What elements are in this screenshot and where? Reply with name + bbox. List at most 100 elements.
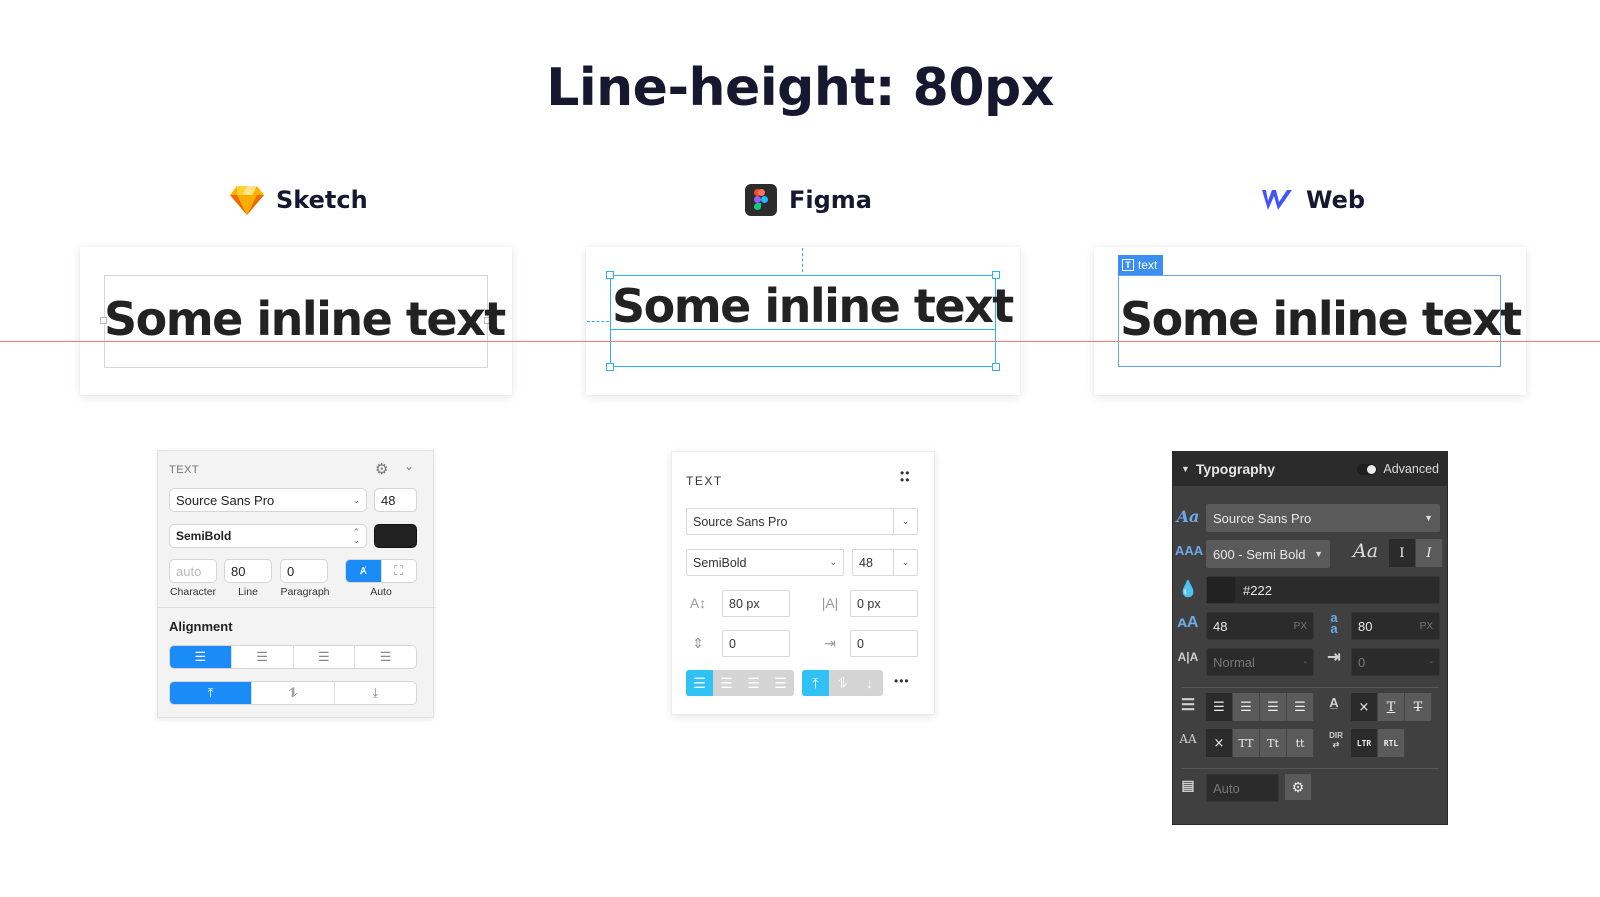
text-indent-input[interactable]: 0 -: [1351, 648, 1440, 676]
font-family-select[interactable]: Source Sans Pro ▼: [1206, 504, 1440, 532]
transform-capitalize-button[interactable]: Tt: [1260, 729, 1287, 757]
font-family-icon: Aa: [1176, 507, 1200, 526]
letter-spacing-input[interactable]: Normal -: [1206, 648, 1314, 676]
align-middle-button[interactable]: ⥮: [252, 682, 335, 704]
font-family-select[interactable]: Source Sans Pro ⌄: [169, 488, 367, 512]
line-height-input[interactable]: 80 PX: [1351, 612, 1440, 640]
letter-spacing-unit[interactable]: -: [1304, 657, 1307, 668]
font-size-input[interactable]: 48 PX: [1206, 612, 1314, 640]
columns-input[interactable]: Auto: [1206, 774, 1279, 802]
direction-rtl-button[interactable]: RTL: [1378, 729, 1405, 757]
align-left-button[interactable]: ☰: [170, 646, 232, 668]
font-weight-select[interactable]: SemiBold ⌄: [686, 549, 844, 576]
figma-section-label: TEXT: [686, 474, 723, 488]
text-align-group: ☰ ☰ ☰ ☰: [1206, 693, 1314, 721]
align-justify-button[interactable]: ☰: [1287, 693, 1314, 721]
decoration-strikethrough-button[interactable]: T: [1405, 693, 1432, 721]
character-caption: Character: [169, 586, 217, 598]
text-behaviour-toggle: Ⱥ ⛶: [345, 559, 417, 583]
letter-spacing-input[interactable]: 0 px: [850, 590, 918, 617]
align-right-button[interactable]: ☰: [294, 646, 356, 668]
color-input[interactable]: #222: [1206, 576, 1440, 604]
paragraph-indent-input[interactable]: 0: [850, 630, 918, 657]
font-size-value: 48: [859, 555, 873, 570]
paragraph-spacing-input[interactable]: 0: [280, 559, 328, 583]
character-spacing-input[interactable]: auto: [169, 559, 217, 583]
auto-width-button[interactable]: Ⱥ: [346, 560, 382, 582]
fixed-size-button[interactable]: ⛶: [382, 560, 417, 582]
decoration-none-button[interactable]: ×: [1351, 693, 1378, 721]
align-bottom-button[interactable]: ↓: [856, 670, 883, 696]
text-decoration-group: × T T: [1351, 693, 1432, 721]
align-center-button[interactable]: ☰: [1233, 693, 1260, 721]
line-height-input[interactable]: 80 px: [722, 590, 790, 617]
figma-handle-tl[interactable]: [606, 271, 614, 279]
text-align-icon: ☰: [1180, 697, 1196, 714]
color-drop-icon: 💧: [1178, 581, 1198, 598]
chevron-down-icon[interactable]: ⌄: [404, 459, 414, 473]
more-options-button[interactable]: •••: [894, 674, 910, 688]
align-left-button[interactable]: ☰: [686, 670, 713, 696]
direction-group: LTR RTL: [1351, 729, 1405, 757]
figma-inspector-panel: TEXT •• •• Source Sans Pro ⌄ SemiBold ⌄ 4…: [671, 451, 935, 715]
type-settings-icon[interactable]: •• ••: [900, 467, 910, 486]
transform-uppercase-button[interactable]: TT: [1233, 729, 1260, 757]
font-size-unit[interactable]: PX: [1294, 621, 1307, 632]
text-transform-group: × TT Tt tt: [1206, 729, 1314, 757]
italic-preview-label: Aa: [1353, 540, 1379, 562]
align-bottom-button[interactable]: ⤓: [335, 682, 416, 704]
paragraph-spacing-input[interactable]: 0: [722, 630, 790, 657]
decoration-underline-button[interactable]: T: [1378, 693, 1405, 721]
transform-none-button[interactable]: ×: [1206, 729, 1233, 757]
font-size-value: 48: [1213, 618, 1228, 634]
direction-ltr-button[interactable]: LTR: [1351, 729, 1378, 757]
align-left-button[interactable]: ☰: [1206, 693, 1233, 721]
font-style-italic-button[interactable]: I: [1416, 539, 1443, 567]
paragraph-caption: Paragraph: [280, 586, 330, 598]
figma-spacing-guide-top: [802, 248, 803, 272]
color-value: #222: [1243, 582, 1272, 598]
align-top-button[interactable]: ⤒: [170, 682, 253, 704]
page-title: Line-height: 80px: [546, 58, 1054, 118]
line-height-input[interactable]: 80: [224, 559, 272, 583]
transform-lowercase-button[interactable]: tt: [1287, 729, 1314, 757]
direction-label: DIR: [1329, 731, 1343, 740]
align-justify-button[interactable]: ☰: [767, 670, 794, 696]
figma-handle-bl[interactable]: [606, 363, 614, 371]
text-element-icon: T: [1122, 259, 1134, 271]
vertical-alignment-group: ⤒ ⥮ ⤓: [169, 681, 417, 705]
align-right-button[interactable]: ☰: [1260, 693, 1287, 721]
align-top-button[interactable]: ⤒: [802, 670, 829, 696]
font-family-select[interactable]: Source Sans Pro ⌄: [686, 508, 918, 535]
chevron-down-icon: ⌄: [893, 509, 917, 534]
columns-settings-button[interactable]: ⚙: [1285, 774, 1311, 800]
text-color-swatch[interactable]: [374, 524, 417, 548]
font-weight-select[interactable]: 600 - Semi Bold ▼: [1206, 540, 1330, 568]
text-transform-label: AA: [1179, 732, 1197, 746]
font-weight-select[interactable]: SemiBold ⌃ ⌄: [169, 524, 367, 548]
divider: [158, 607, 435, 608]
paragraph-spacing-value: 0: [729, 636, 736, 651]
align-justify-button[interactable]: ☰: [355, 646, 416, 668]
gear-icon[interactable]: ⚙: [375, 460, 388, 478]
align-center-button[interactable]: ☰: [232, 646, 294, 668]
align-right-button[interactable]: ☰: [740, 670, 767, 696]
line-height-unit[interactable]: PX: [1420, 621, 1433, 632]
text-indent-unit[interactable]: -: [1430, 657, 1433, 668]
color-swatch[interactable]: [1207, 577, 1235, 603]
align-middle-button[interactable]: ⥮: [829, 670, 856, 696]
font-size-input[interactable]: 48: [374, 488, 417, 512]
figma-handle-tr[interactable]: [992, 271, 1000, 279]
font-weight-value: 600 - Semi Bold: [1213, 546, 1306, 562]
figma-handle-br[interactable]: [992, 363, 1000, 371]
letter-spacing-icon: A|A: [1177, 650, 1199, 664]
figma-spacing-guide-left: [587, 321, 609, 322]
advanced-toggle[interactable]: [1357, 463, 1378, 475]
sketch-section-label: TEXT: [169, 464, 200, 476]
web-element-tag[interactable]: T text: [1118, 255, 1164, 275]
align-center-button[interactable]: ☰: [713, 670, 740, 696]
letter-spacing-value: 0 px: [857, 596, 881, 611]
font-size-input[interactable]: 48 ⌄: [852, 549, 918, 576]
typography-header[interactable]: ▼ Typography Advanced: [1173, 452, 1447, 486]
font-style-normal-button[interactable]: I: [1389, 539, 1416, 567]
